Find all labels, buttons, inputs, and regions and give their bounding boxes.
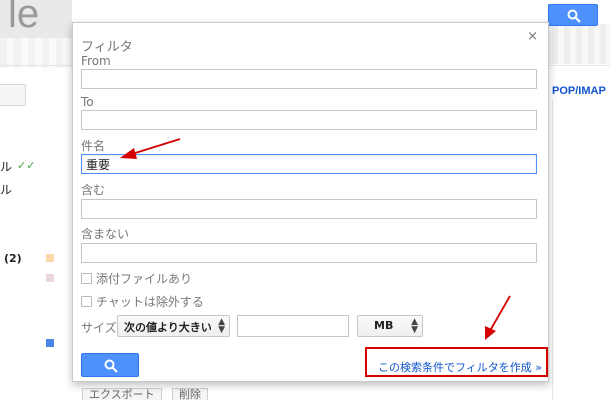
annotation-arrow-create-filter [485, 295, 511, 340]
annotation-arrows [120, 138, 511, 340]
annotation-arrow-subject [120, 138, 181, 159]
